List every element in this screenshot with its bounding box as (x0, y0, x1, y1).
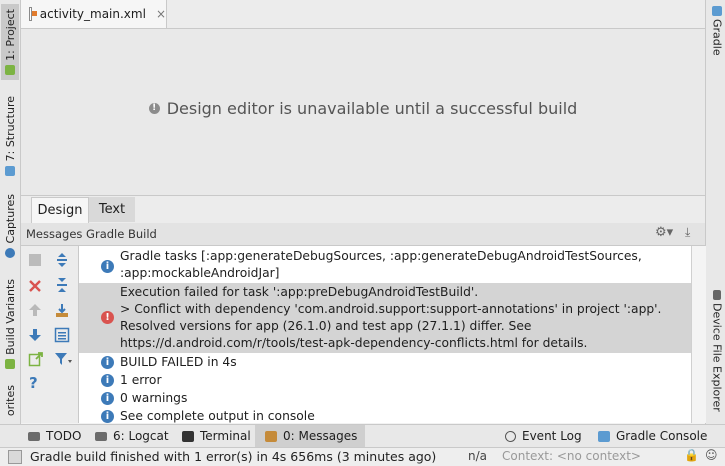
info-icon: i (101, 374, 114, 387)
tab-favorites[interactable]: orites (1, 385, 19, 423)
messages-icon (265, 430, 277, 442)
todo-icon (28, 431, 40, 441)
message-text: Gradle tasks [:app:generateDebugSources,… (120, 249, 642, 280)
messages-list: i Gradle tasks [:app:generateDebugSource… (79, 246, 691, 423)
export-icon[interactable] (54, 303, 70, 319)
gear-icon[interactable]: ⚙▾ (655, 225, 673, 240)
hide-panel-icon[interactable]: ⤓ (685, 225, 690, 240)
message-text: Execution failed for task ':app:preDebug… (120, 285, 662, 350)
tab-event-log[interactable]: Event Log (505, 425, 582, 447)
logcat-icon (95, 431, 107, 441)
warning-icon: ! (148, 103, 160, 114)
status-bar: Gradle build finished with 1 error(s) in… (0, 447, 725, 466)
tab-messages-label: 0: Messages (283, 429, 358, 443)
previous-message-icon[interactable] (28, 303, 42, 317)
design-editor: ! Design editor is unavailable until a s… (21, 29, 705, 195)
error-icon: ! (101, 311, 114, 324)
tab-captures[interactable]: Captures (1, 190, 19, 262)
close-icon[interactable]: × (156, 7, 166, 21)
info-icon: i (101, 410, 114, 423)
terminal-icon (182, 430, 194, 442)
tab-project-label: 1: Project (3, 9, 17, 61)
tab-event-log-label: Event Log (522, 429, 582, 443)
tab-gradle-label: Gradle (710, 19, 724, 56)
status-message: Gradle build finished with 1 error(s) in… (30, 449, 437, 464)
tab-build-variants[interactable]: Build Variants (1, 275, 19, 373)
tab-todo[interactable]: TODO (28, 425, 81, 447)
open-editor-icon[interactable] (28, 351, 44, 367)
message-text: See complete output in console (120, 409, 315, 423)
editor-tab-label: activity_main.xml (39, 7, 146, 21)
tab-text-label: Text (98, 202, 126, 217)
tab-terminal[interactable]: Terminal (182, 425, 251, 447)
android-icon (5, 358, 15, 369)
tab-favorites-label: orites (3, 385, 17, 417)
list-item-selected[interactable]: ! Execution failed for task ':app:preDeb… (79, 283, 691, 353)
gradle-icon (712, 6, 722, 16)
tab-text[interactable]: Text (89, 197, 135, 222)
tab-design[interactable]: Design (31, 197, 89, 223)
info-icon: i (101, 260, 114, 273)
list-item[interactable]: i BUILD FAILED in 4s (79, 354, 691, 371)
info-icon: i (101, 392, 114, 405)
tab-structure-label: 7: Structure (3, 96, 17, 162)
list-item[interactable]: i 0 warnings (79, 390, 691, 407)
collapse-all-icon[interactable] (54, 277, 70, 293)
right-tool-strip: Gradle Device File Explorer (705, 0, 725, 448)
design-text-tabs: Design Text (21, 195, 705, 224)
tab-gradle[interactable]: Gradle (708, 6, 725, 66)
gradle-console-icon (598, 430, 610, 442)
tab-messages[interactable]: 0: Messages (255, 425, 366, 447)
message-text: BUILD FAILED in 4s (120, 355, 237, 369)
device-icon (713, 290, 721, 300)
tab-terminal-label: Terminal (200, 429, 251, 443)
expand-all-icon[interactable] (54, 252, 70, 268)
rerun-icon[interactable] (28, 253, 42, 267)
list-item[interactable]: i See complete output in console (79, 408, 691, 423)
tab-gradle-console-label: Gradle Console (616, 429, 708, 443)
status-context: Context: <no context> (502, 449, 641, 463)
messages-header: Messages Gradle Build ⚙▾ ⤓ (21, 223, 705, 246)
messages-scrollbar[interactable] (691, 246, 706, 423)
tab-structure[interactable]: 7: Structure (1, 92, 19, 180)
messages-header-title: Messages Gradle Build (26, 227, 157, 241)
list-item[interactable]: i 1 error (79, 372, 691, 389)
captures-icon (5, 247, 15, 258)
xml-file-icon (29, 7, 37, 21)
tab-device-file-explorer[interactable]: Device File Explorer (708, 290, 725, 415)
tab-todo-label: TODO (46, 429, 82, 443)
tab-activity-main-xml[interactable]: activity_main.xml × (21, 0, 167, 28)
tab-captures-label: Captures (3, 194, 17, 244)
lock-icon[interactable]: 🔒 (684, 448, 699, 462)
event-log-icon (505, 430, 516, 442)
message-text: 0 warnings (120, 391, 188, 405)
message-text: 1 error (120, 373, 162, 387)
help-icon[interactable]: ? (29, 374, 38, 392)
android-project-icon (5, 64, 15, 75)
inspector-icon[interactable]: ☺ (705, 448, 718, 462)
tool-window-bar: TODO 6: Logcat Terminal 0: Messages Even… (0, 424, 725, 447)
info-icon: i (101, 356, 114, 369)
tab-project[interactable]: 1: Project (1, 4, 19, 80)
filter-icon[interactable] (54, 351, 74, 367)
tab-design-label: Design (37, 203, 83, 218)
editor-tab-bar: activity_main.xml × (21, 0, 705, 29)
status-position: n/a (468, 449, 488, 463)
editor-unavailable-text: Design editor is unavailable until a suc… (166, 99, 578, 118)
tab-device-file-explorer-label: Device File Explorer (710, 303, 724, 412)
list-item[interactable]: i Gradle tasks [:app:generateDebugSource… (79, 248, 691, 282)
status-toggle-icon[interactable] (8, 450, 22, 464)
structure-icon (5, 165, 15, 176)
editor-unavailable-message: ! Design editor is unavailable until a s… (21, 99, 705, 118)
tab-logcat[interactable]: 6: Logcat (95, 425, 169, 447)
next-message-icon[interactable] (28, 328, 42, 342)
tab-gradle-console[interactable]: Gradle Console (598, 425, 707, 447)
tab-logcat-label: 6: Logcat (113, 429, 169, 443)
messages-toolbar: ? (21, 246, 79, 423)
left-tool-strip: 1: Project 7: Structure Captures Build V… (0, 0, 21, 448)
close-messages-icon[interactable] (28, 279, 42, 293)
tab-build-variants-label: Build Variants (3, 279, 17, 355)
autoscroll-icon[interactable] (54, 327, 70, 343)
